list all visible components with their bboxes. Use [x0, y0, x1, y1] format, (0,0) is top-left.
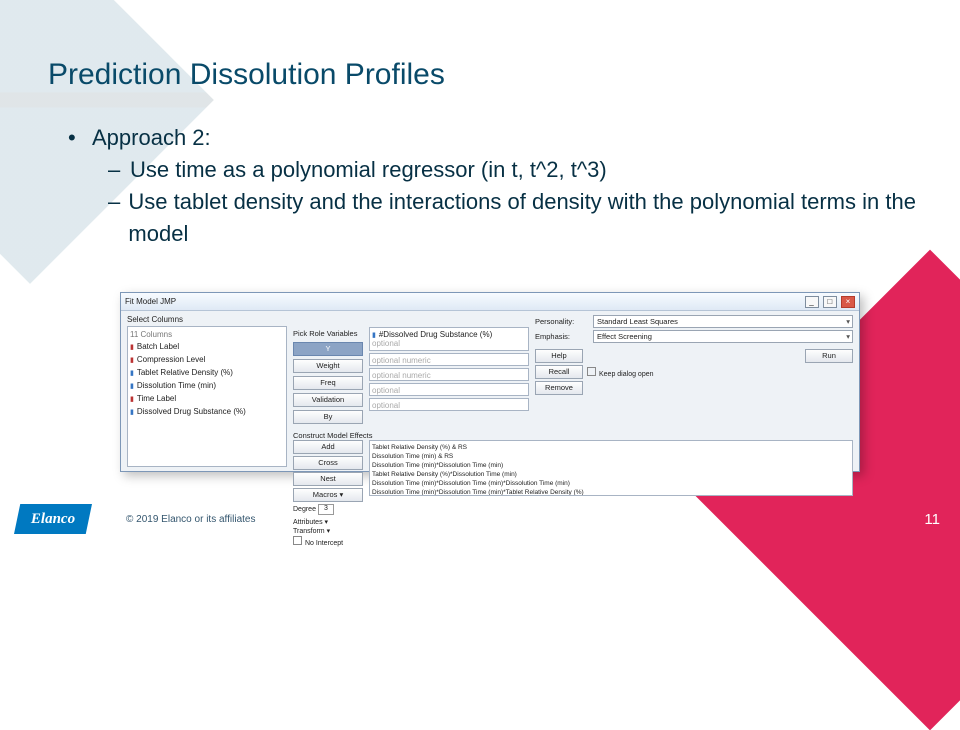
- weight-button[interactable]: Weight: [293, 359, 363, 373]
- emphasis-dropdown[interactable]: Effect Screening: [593, 330, 853, 343]
- page-number: 11: [924, 511, 940, 528]
- dialog-titlebar: Fit Model JMP _ □ ×: [121, 293, 859, 311]
- weight-box[interactable]: optional numeric: [369, 353, 529, 366]
- keep-label: Keep dialog open: [599, 371, 654, 378]
- y-opt: optional: [372, 339, 526, 348]
- help-button[interactable]: Help: [535, 349, 583, 363]
- sub-bullet-1: Use time as a polynomial regressor (in t…: [130, 154, 607, 186]
- validation-box[interactable]: optional: [369, 383, 529, 396]
- select-columns-label: Select Columns: [127, 315, 287, 324]
- personality-label: Personality:: [535, 317, 589, 326]
- effect-item[interactable]: Tablet Relative Density (%) & RS: [372, 443, 850, 452]
- sub-bullet-2: Use tablet density and the interactions …: [128, 186, 920, 250]
- dialog-title-text: Fit Model JMP: [125, 297, 176, 306]
- window-controls: _ □ ×: [803, 296, 855, 308]
- freq-button[interactable]: Freq: [293, 376, 363, 390]
- elanco-logo: Elanco: [14, 504, 92, 534]
- recall-button[interactable]: Recall: [535, 365, 583, 379]
- noint-label: No Intercept: [305, 540, 343, 547]
- by-box[interactable]: optional: [369, 398, 529, 411]
- model-dialog: Fit Model JMP _ □ × Select Columns 11 Co…: [120, 292, 860, 472]
- dash-2: –: [108, 186, 128, 250]
- page-title: Prediction Dissolution Profiles: [48, 58, 445, 92]
- emphasis-label: Emphasis:: [535, 332, 589, 341]
- effect-item[interactable]: Dissolution Time (min)*Dissolution Time …: [372, 479, 850, 488]
- maximize-button[interactable]: □: [823, 296, 837, 308]
- effect-item[interactable]: Dissolution Time (min)*Dissolution Time …: [372, 461, 850, 470]
- list-item[interactable]: Dissolution Time (min): [130, 380, 284, 393]
- run-button[interactable]: Run: [805, 349, 853, 363]
- cols-header: 11 Columns: [130, 329, 284, 341]
- effect-item[interactable]: Tablet Relative Density (%)*Dissolution …: [372, 470, 850, 479]
- y-box[interactable]: #Dissolved Drug Substance (%) optional: [369, 327, 529, 351]
- y-button[interactable]: Y: [293, 342, 363, 356]
- remove-button[interactable]: Remove: [535, 381, 583, 395]
- effect-item[interactable]: Dissolution Time (min)*Dissolution Time …: [372, 488, 850, 496]
- copyright: © 2019 Elanco or its affiliates: [126, 514, 255, 525]
- by-button[interactable]: By: [293, 410, 363, 424]
- list-item[interactable]: Batch Label: [130, 341, 284, 354]
- freq-box[interactable]: optional numeric: [369, 368, 529, 381]
- validation-button[interactable]: Validation: [293, 393, 363, 407]
- effects-listbox[interactable]: Tablet Relative Density (%) & RS Dissolu…: [369, 440, 853, 496]
- bullet-marker: •: [68, 122, 92, 154]
- list-item[interactable]: Tablet Relative Density (%): [130, 367, 284, 380]
- dash-1: –: [108, 154, 130, 186]
- list-item[interactable]: Dissolved Drug Substance (%): [130, 406, 284, 419]
- list-item[interactable]: Compression Level: [130, 354, 284, 367]
- nest-button[interactable]: Nest: [293, 472, 363, 486]
- footer: Elanco © 2019 Elanco or its affiliates: [0, 498, 960, 540]
- columns-listbox[interactable]: 11 Columns Batch Label Compression Level…: [127, 326, 287, 467]
- cross-button[interactable]: Cross: [293, 456, 363, 470]
- add-button[interactable]: Add: [293, 440, 363, 454]
- role-label: Pick Role Variables: [293, 329, 363, 338]
- bullet-text: Approach 2:: [92, 122, 211, 154]
- y-item: #Dissolved Drug Substance (%): [372, 330, 526, 339]
- close-button[interactable]: ×: [841, 296, 855, 308]
- body-text: • Approach 2: – Use time as a polynomial…: [68, 122, 920, 250]
- effect-item[interactable]: Dissolution Time (min) & RS: [372, 452, 850, 461]
- minimize-button[interactable]: _: [805, 296, 819, 308]
- list-item[interactable]: Time Label: [130, 393, 284, 406]
- effects-header: Construct Model Effects: [293, 431, 853, 440]
- personality-dropdown[interactable]: Standard Least Squares: [593, 315, 853, 328]
- keep-checkbox[interactable]: [587, 367, 596, 376]
